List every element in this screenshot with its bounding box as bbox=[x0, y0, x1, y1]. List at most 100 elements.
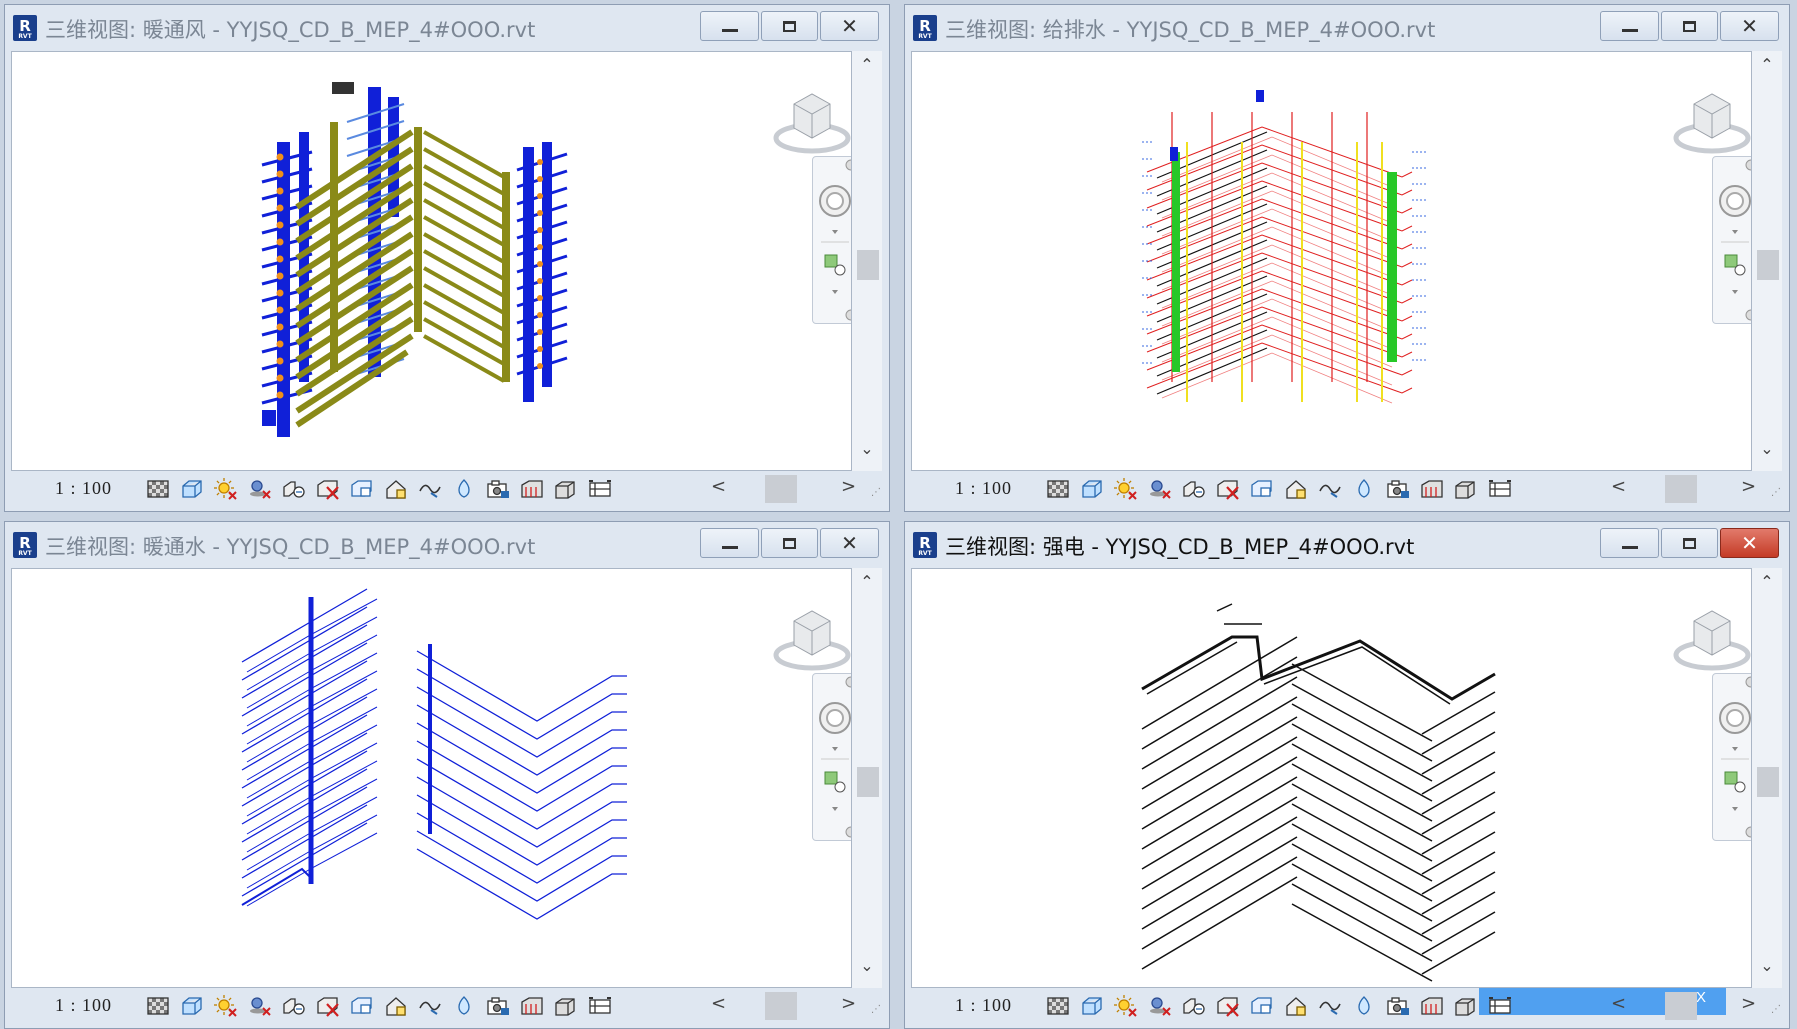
title-bar[interactable]: R RVT 三维视图: 给排水 - YYJSQ_CD_B_MEP_4#OOO.rvt… bbox=[905, 5, 1789, 51]
scroll-thumb[interactable] bbox=[1757, 250, 1779, 280]
vertical-scrollbar[interactable]: ⌃ ⌄ bbox=[852, 51, 882, 471]
analysis-display-icon[interactable] bbox=[519, 477, 545, 501]
vertical-scrollbar[interactable]: ⌃ ⌄ bbox=[1752, 568, 1782, 988]
vertical-scrollbar[interactable]: ⌃ ⌄ bbox=[1752, 51, 1782, 471]
minimize-button[interactable] bbox=[1600, 11, 1659, 41]
horizontal-scroll-thumb[interactable] bbox=[765, 992, 797, 1020]
show-crop-region-icon[interactable] bbox=[1249, 477, 1275, 501]
sun-path-icon[interactable] bbox=[213, 994, 239, 1018]
analysis-display-icon[interactable] bbox=[519, 994, 545, 1018]
view-window-plumbing-piping[interactable]: R RVT 三维视图: 给排水 - YYJSQ_CD_B_MEP_4#OOO.rvt… bbox=[904, 4, 1790, 512]
scroll-left-icon[interactable]: < bbox=[1611, 993, 1626, 1014]
3d-view-canvas[interactable] bbox=[11, 568, 852, 988]
scroll-right-icon[interactable]: > bbox=[1741, 476, 1756, 497]
render-icon[interactable] bbox=[281, 994, 307, 1018]
horizontal-scroll-thumb[interactable] bbox=[1665, 475, 1697, 503]
scroll-up-icon[interactable]: ⌃ bbox=[1752, 572, 1782, 591]
view-scale[interactable]: 1 : 100 bbox=[955, 478, 1012, 499]
navigation-bar[interactable] bbox=[812, 156, 851, 324]
render-icon[interactable] bbox=[281, 477, 307, 501]
analysis-display-icon[interactable] bbox=[1419, 994, 1445, 1018]
scroll-left-icon[interactable]: < bbox=[711, 476, 726, 497]
viewcube-icon[interactable] bbox=[772, 597, 852, 683]
scroll-right-icon[interactable]: > bbox=[841, 993, 856, 1014]
show-crop-region-icon[interactable] bbox=[349, 477, 375, 501]
scroll-up-icon[interactable]: ⌃ bbox=[1752, 55, 1782, 74]
minimize-button[interactable] bbox=[700, 528, 759, 558]
title-bar[interactable]: R RVT 三维视图: 强电 - YYJSQ_CD_B_MEP_4#OOO.rvt ✕ bbox=[905, 522, 1789, 568]
viewcube-icon[interactable] bbox=[772, 80, 852, 166]
viewcube-icon[interactable] bbox=[1672, 80, 1752, 166]
3d-view-canvas[interactable] bbox=[911, 568, 1752, 988]
temporary-hide-icon[interactable] bbox=[417, 477, 443, 501]
render-icon[interactable] bbox=[1181, 994, 1207, 1018]
close-button[interactable]: ✕ bbox=[820, 528, 879, 558]
view-window-hvac-water-piping[interactable]: R RVT 三维视图: 暖通水 - YYJSQ_CD_B_MEP_4#OOO.rvt… bbox=[4, 521, 890, 1029]
detail-level-icon[interactable] bbox=[1045, 994, 1071, 1018]
scroll-thumb[interactable] bbox=[857, 250, 879, 280]
reveal-hidden-icon[interactable] bbox=[451, 994, 477, 1018]
worksharing-display-icon[interactable] bbox=[1385, 477, 1411, 501]
detail-level-icon[interactable] bbox=[145, 477, 171, 501]
scroll-left-icon[interactable]: < bbox=[1611, 476, 1626, 497]
vertical-scrollbar[interactable]: ⌃ ⌄ bbox=[852, 568, 882, 988]
reveal-constraints-icon[interactable] bbox=[587, 477, 613, 501]
show-crop-region-icon[interactable] bbox=[349, 994, 375, 1018]
shadows-icon[interactable] bbox=[247, 994, 273, 1018]
sun-path-icon[interactable] bbox=[213, 477, 239, 501]
unlock-3d-view-icon[interactable] bbox=[1283, 477, 1309, 501]
scroll-down-icon[interactable]: ⌄ bbox=[852, 439, 882, 458]
shadows-icon[interactable] bbox=[247, 477, 273, 501]
shadows-icon[interactable] bbox=[1147, 994, 1173, 1018]
unlock-3d-view-icon[interactable] bbox=[383, 994, 409, 1018]
maximize-button[interactable] bbox=[1661, 528, 1718, 558]
visual-style-icon[interactable] bbox=[179, 994, 205, 1018]
view-window-hvac-air-ducts[interactable]: R RVT 三维视图: 暖通风 - YYJSQ_CD_B_MEP_4#OOO.rvt… bbox=[4, 4, 890, 512]
visual-style-icon[interactable] bbox=[1079, 994, 1105, 1018]
close-button[interactable]: ✕ bbox=[1720, 11, 1779, 41]
highlight-displacement-icon[interactable] bbox=[1453, 994, 1479, 1018]
detail-level-icon[interactable] bbox=[145, 994, 171, 1018]
minimize-button[interactable] bbox=[700, 11, 759, 41]
highlight-displacement-icon[interactable] bbox=[553, 994, 579, 1018]
scroll-left-icon[interactable]: < bbox=[711, 993, 726, 1014]
viewcube-icon[interactable] bbox=[1672, 597, 1752, 683]
resize-grip-icon[interactable]: ⋰ bbox=[871, 487, 881, 498]
view-scale[interactable]: 1 : 100 bbox=[55, 995, 112, 1016]
scroll-down-icon[interactable]: ⌄ bbox=[1752, 956, 1782, 975]
scroll-down-icon[interactable]: ⌄ bbox=[852, 956, 882, 975]
maximize-button[interactable] bbox=[1661, 11, 1718, 41]
resize-grip-icon[interactable]: ⋰ bbox=[1771, 1004, 1781, 1015]
navigation-bar[interactable] bbox=[812, 673, 851, 841]
sun-path-icon[interactable] bbox=[1113, 477, 1139, 501]
scroll-up-icon[interactable]: ⌃ bbox=[852, 572, 882, 591]
scroll-right-icon[interactable]: > bbox=[1741, 993, 1756, 1014]
reveal-constraints-icon[interactable] bbox=[587, 994, 613, 1018]
scroll-thumb[interactable] bbox=[857, 767, 879, 797]
title-bar[interactable]: R RVT 三维视图: 暖通风 - YYJSQ_CD_B_MEP_4#OOO.rvt… bbox=[5, 5, 889, 51]
view-scale[interactable]: 1 : 100 bbox=[955, 995, 1012, 1016]
resize-grip-icon[interactable]: ⋰ bbox=[871, 1004, 881, 1015]
view-scale[interactable]: 1 : 100 bbox=[55, 478, 112, 499]
reveal-constraints-icon[interactable] bbox=[1487, 477, 1513, 501]
reveal-hidden-icon[interactable] bbox=[1351, 477, 1377, 501]
temporary-hide-icon[interactable] bbox=[1317, 477, 1343, 501]
3d-view-canvas[interactable] bbox=[911, 51, 1752, 471]
close-button[interactable]: ✕ bbox=[1720, 528, 1779, 558]
reveal-hidden-icon[interactable] bbox=[1351, 994, 1377, 1018]
horizontal-scroll-thumb[interactable] bbox=[1665, 992, 1697, 1020]
minimize-button[interactable] bbox=[1600, 528, 1659, 558]
unlock-3d-view-icon[interactable] bbox=[1283, 994, 1309, 1018]
scroll-down-icon[interactable]: ⌄ bbox=[1752, 439, 1782, 458]
scroll-right-icon[interactable]: > bbox=[841, 476, 856, 497]
close-button[interactable]: ✕ bbox=[820, 11, 879, 41]
visual-style-icon[interactable] bbox=[1079, 477, 1105, 501]
scroll-up-icon[interactable]: ⌃ bbox=[852, 55, 882, 74]
unlock-3d-view-icon[interactable] bbox=[383, 477, 409, 501]
reveal-hidden-icon[interactable] bbox=[451, 477, 477, 501]
visual-style-icon[interactable] bbox=[179, 477, 205, 501]
maximize-button[interactable] bbox=[761, 11, 818, 41]
highlight-displacement-icon[interactable] bbox=[1453, 477, 1479, 501]
3d-view-canvas[interactable] bbox=[11, 51, 852, 471]
title-bar[interactable]: R RVT 三维视图: 暖通水 - YYJSQ_CD_B_MEP_4#OOO.rvt… bbox=[5, 522, 889, 568]
